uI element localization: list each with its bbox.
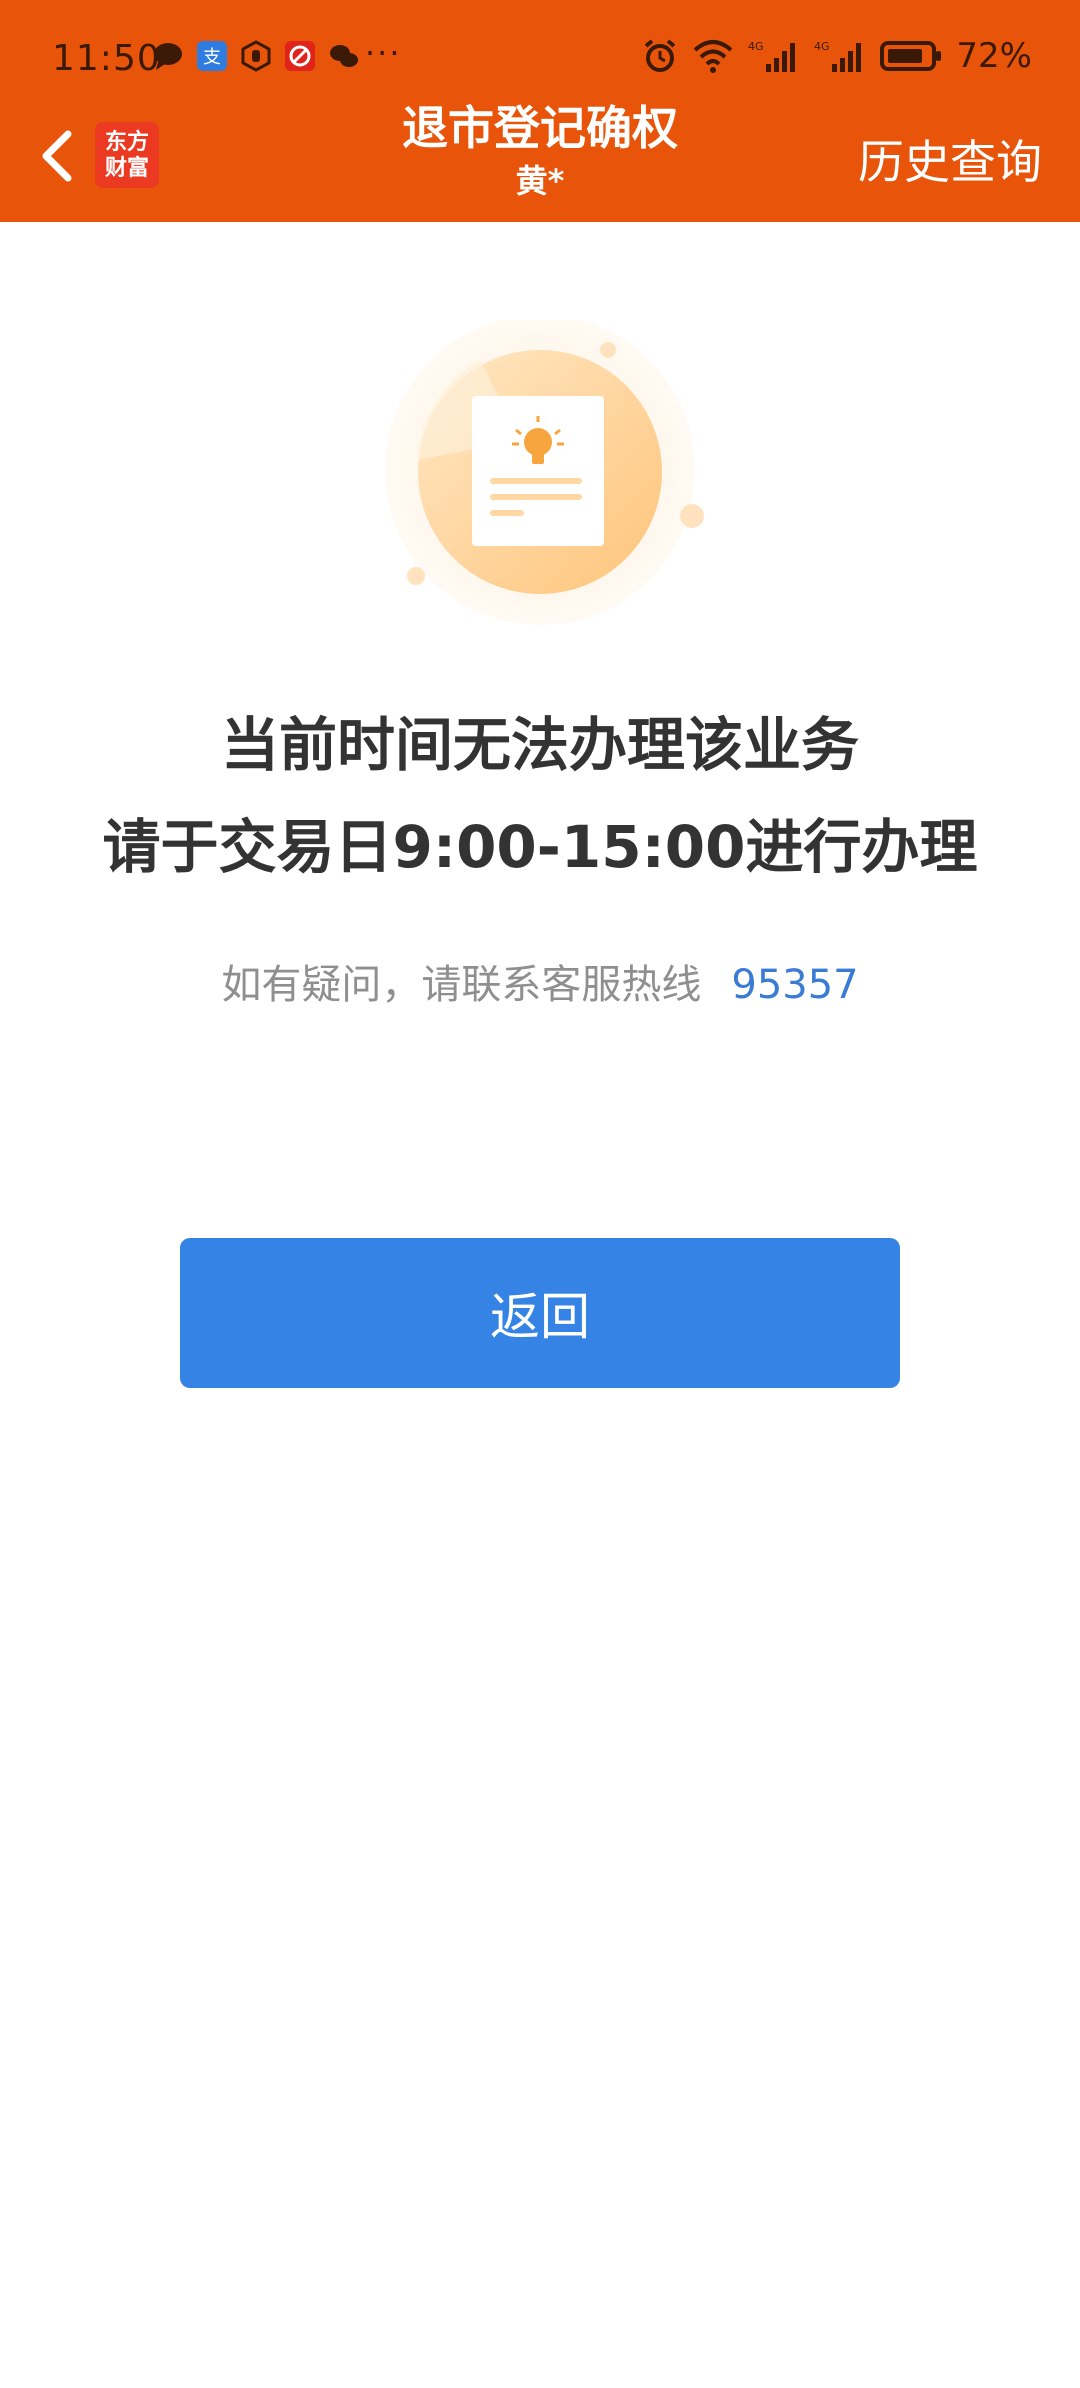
notice-illustration-icon [385, 320, 704, 625]
logo-line2: 财富 [104, 155, 149, 181]
page-title: 退市登记确权 [402, 101, 678, 155]
hand-icon [241, 40, 271, 72]
notification-icons: 支 [152, 40, 360, 72]
system-icons: 4G 4G 72% [642, 36, 1032, 76]
svg-text:4G: 4G [814, 40, 830, 53]
alipay-icon: 支 [197, 41, 227, 71]
battery-percent: 72% [956, 36, 1032, 76]
eastmoney-logo: 东方 财富 [95, 122, 159, 188]
svg-text:4G: 4G [748, 40, 764, 53]
signal-icon-1: 4G [748, 40, 796, 72]
page-subtitle: 黄* [515, 162, 565, 200]
wechat-icon [330, 45, 358, 67]
signal-icon-2: 4G [814, 40, 862, 72]
return-button[interactable]: 返回 [180, 1238, 900, 1388]
status-time: 11:50 [52, 38, 161, 79]
more-notifications-icon: ··· [365, 34, 402, 72]
svg-text:支: 支 [203, 47, 221, 68]
wifi-icon [694, 40, 733, 73]
battery-icon [880, 41, 942, 71]
alarm-icon [645, 39, 676, 72]
back-arrow-icon[interactable] [30, 120, 90, 190]
unavailable-message: 当前时间无法办理该业务 [220, 711, 859, 779]
contact-text: 如有疑问，请联系客服热线 [221, 962, 702, 1008]
history-query-link[interactable]: 历史查询 [858, 126, 1042, 192]
message-icon [154, 43, 182, 70]
app-header: 11:50 支 ··· 4G 4G 72% 东方 财富 退市登记确权 黄* 历史… [0, 0, 1080, 222]
logo-line1: 东方 [104, 129, 149, 155]
app-red-icon [285, 41, 315, 71]
contact-info: 如有疑问，请联系客服热线 95357 [0, 952, 1080, 1010]
hotline-phone-link[interactable]: 95357 [731, 962, 858, 1008]
trading-hours-message: 请于交易日9:00-15:00进行办理 [102, 813, 978, 881]
